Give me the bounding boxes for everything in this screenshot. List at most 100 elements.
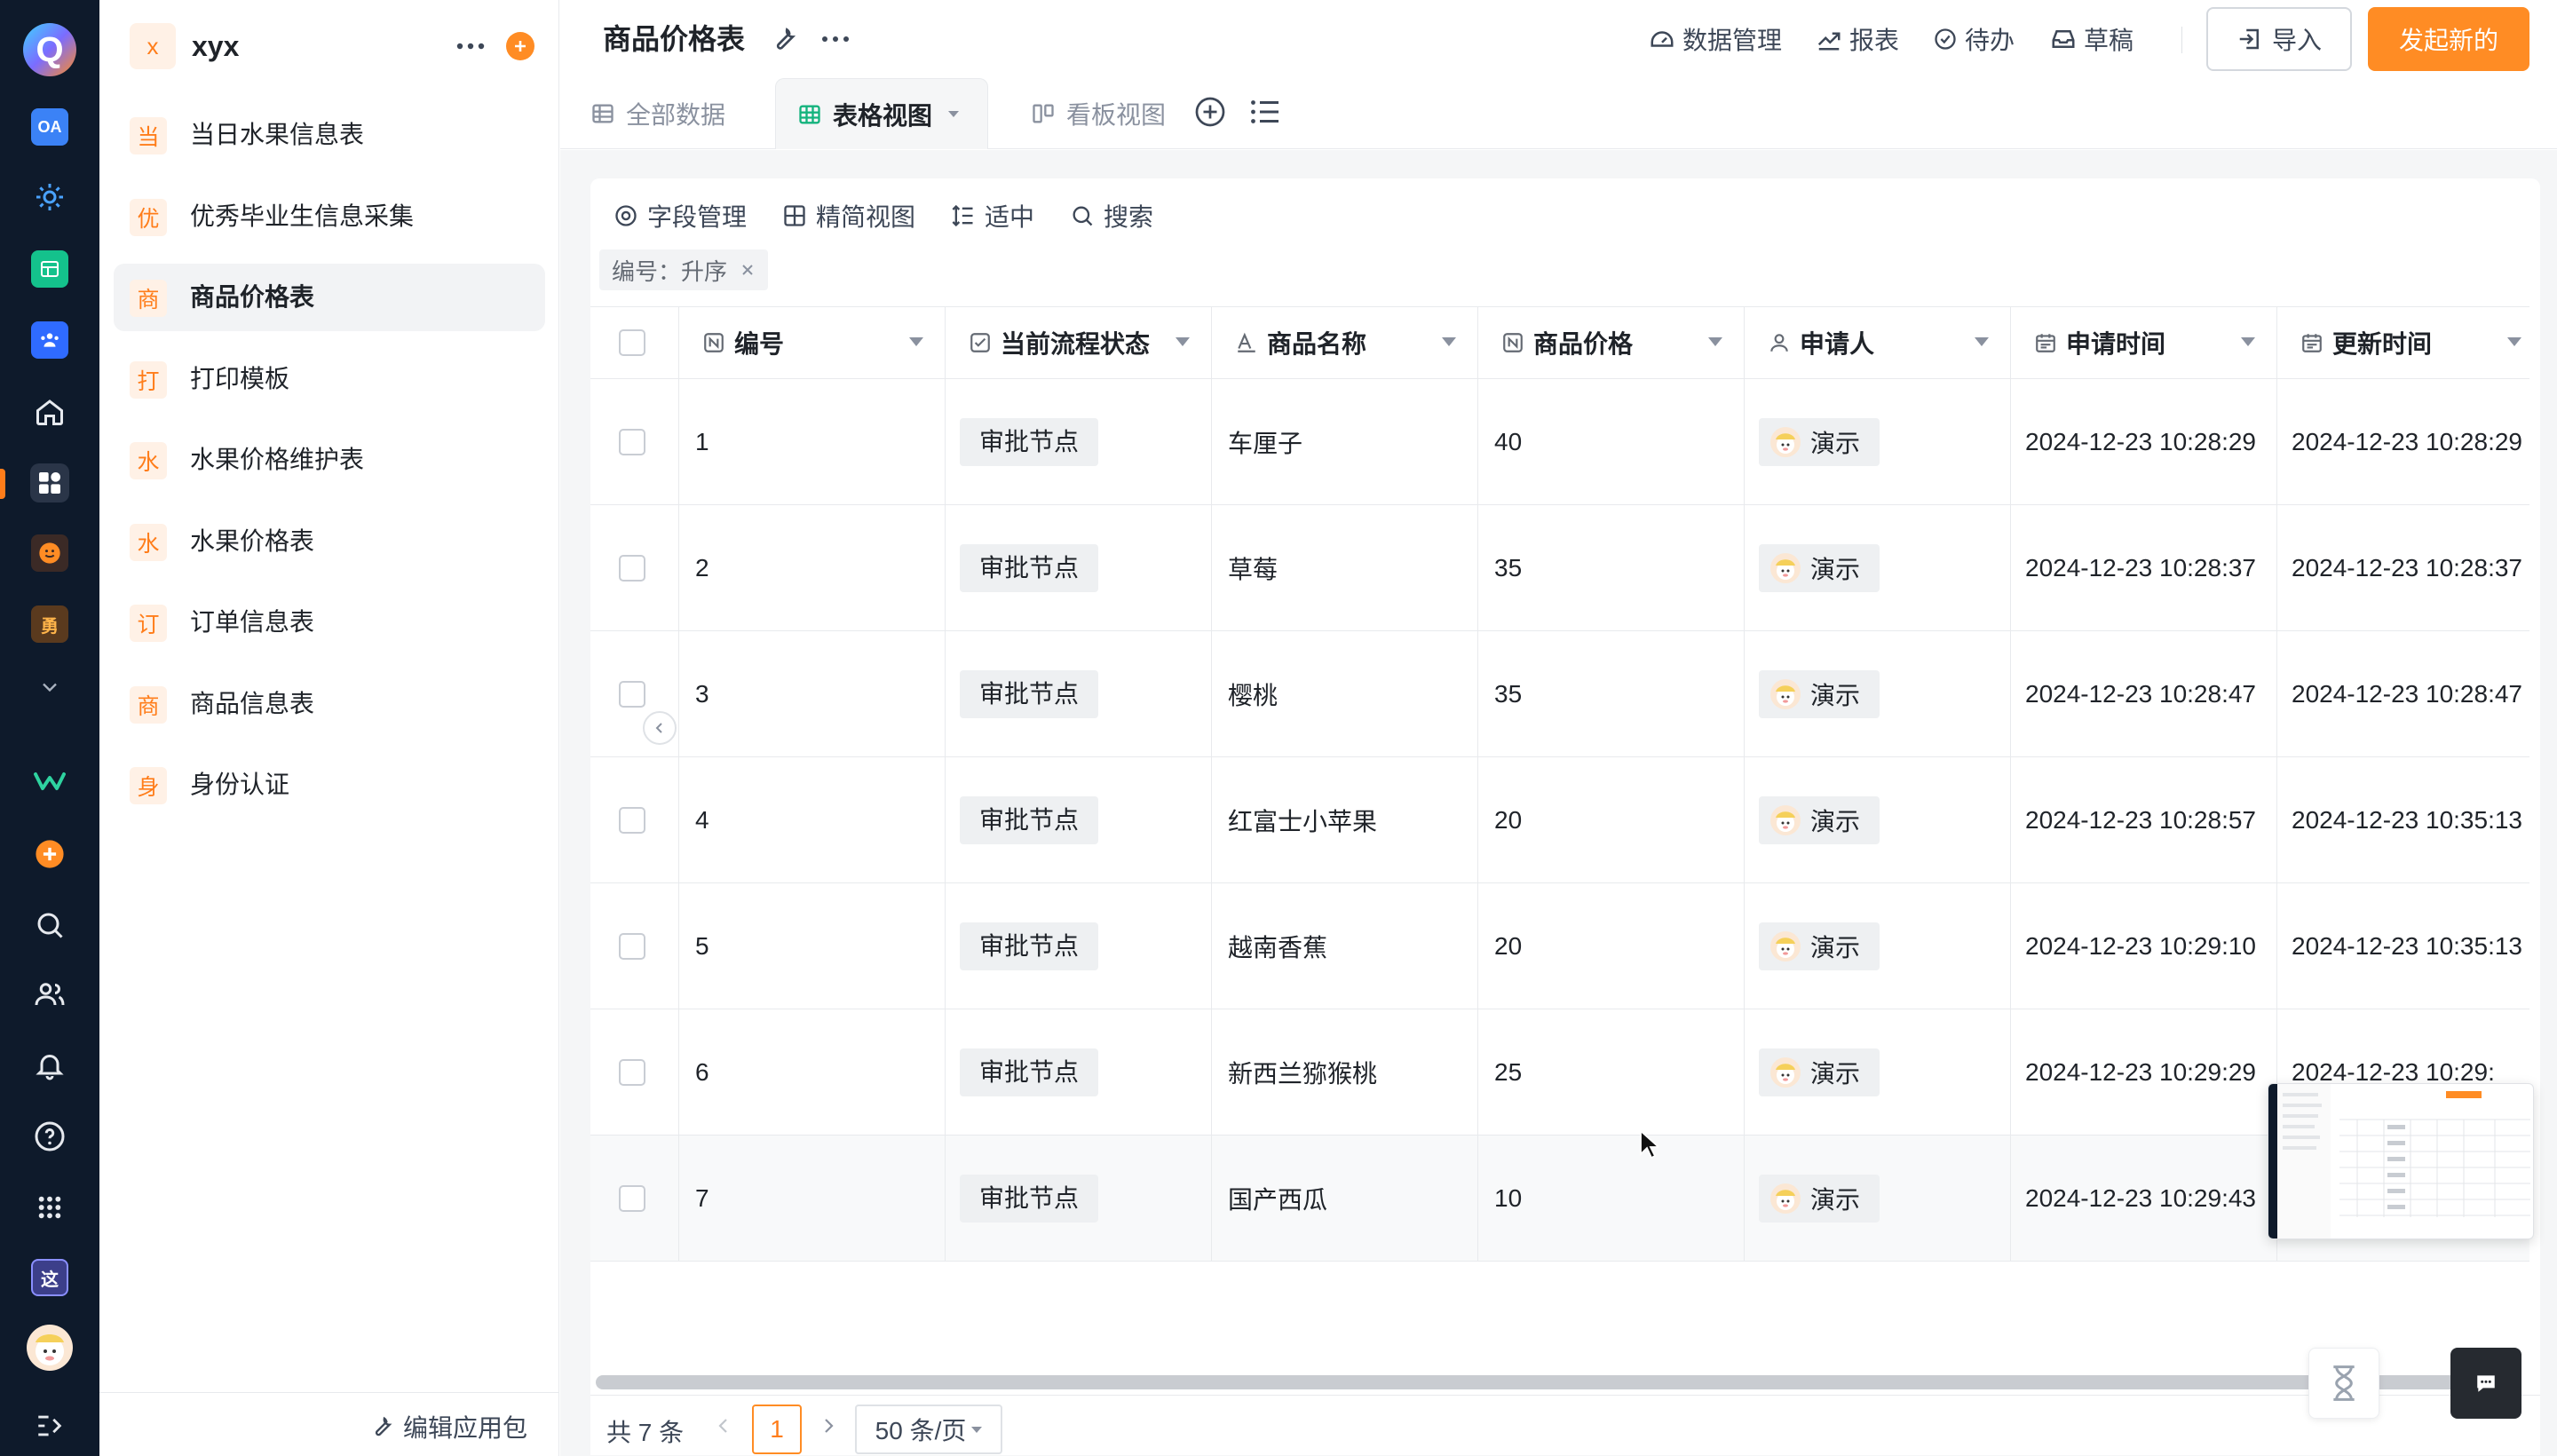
- row-height-button[interactable]: 适中: [951, 198, 1034, 233]
- brand-w-icon[interactable]: [30, 762, 69, 801]
- cell-id[interactable]: 6: [679, 1009, 946, 1136]
- cell-price[interactable]: 25: [1478, 1009, 1745, 1136]
- caret-down-icon[interactable]: [1975, 337, 1989, 346]
- chat-button[interactable]: [2450, 1348, 2521, 1419]
- cell-name[interactable]: 越南香蕉: [1212, 883, 1478, 1009]
- cell-name[interactable]: 红富士小苹果: [1212, 757, 1478, 883]
- cell-status[interactable]: 审批节点: [946, 757, 1212, 883]
- sidebar-item[interactable]: 打打印模板: [114, 345, 545, 413]
- column-header[interactable]: 申请人: [1745, 307, 2011, 378]
- table-row[interactable]: 6 审批节点 新西兰猕猴桃 25 演示 2024-12-23 10:29:29 2024-1…: [590, 1009, 2529, 1136]
- help-icon[interactable]: [30, 1117, 69, 1156]
- sidebar-item[interactable]: 优优秀毕业生信息采集: [114, 183, 545, 250]
- cell-name[interactable]: 车厘子: [1212, 379, 1478, 505]
- report-link[interactable]: 报表: [1816, 20, 1899, 59]
- cell-status[interactable]: 审批节点: [946, 505, 1212, 631]
- cell-name[interactable]: 国产西瓜: [1212, 1136, 1478, 1262]
- cell-applied[interactable]: 2024-12-23 10:28:29: [2011, 379, 2277, 505]
- sidebar-item[interactable]: 商商品价格表: [114, 264, 545, 331]
- cell-status[interactable]: 审批节点: [946, 1136, 1212, 1262]
- cell-applicant[interactable]: 演示: [1745, 379, 2011, 505]
- tab-kanban-view[interactable]: 看板视图: [1009, 78, 1187, 149]
- cell-id[interactable]: 4: [679, 757, 946, 883]
- draft-link[interactable]: 草稿: [2050, 20, 2133, 59]
- cell-id[interactable]: 1: [679, 379, 946, 505]
- cell-status[interactable]: 审批节点: [946, 379, 1212, 505]
- table-row[interactable]: 3 审批节点 樱桃 35 演示 2024-12-23 10:28:47 2024-12-23…: [590, 631, 2529, 757]
- column-header[interactable]: 更新时间: [2277, 307, 2540, 378]
- cell-applicant[interactable]: 演示: [1745, 505, 2011, 631]
- expand-icon[interactable]: [30, 1406, 69, 1445]
- table-row[interactable]: 1 审批节点 车厘子 40 演示 2024-12-23 10:28:29 2024-12-2…: [590, 379, 2529, 505]
- sidebar-item[interactable]: 商商品信息表: [114, 670, 545, 738]
- add-view-icon[interactable]: [1194, 96, 1226, 128]
- cell-price[interactable]: 35: [1478, 631, 1745, 757]
- dots-grid-icon[interactable]: [30, 1188, 69, 1227]
- caret-down-icon[interactable]: [1176, 337, 1190, 346]
- column-header[interactable]: 商品价格: [1478, 307, 1745, 378]
- cell-id[interactable]: 7: [679, 1136, 946, 1262]
- column-header[interactable]: 当前流程状态: [946, 307, 1212, 378]
- current-page[interactable]: 1: [752, 1405, 802, 1454]
- cell-updated[interactable]: 2024-12-23 10:28:37: [2277, 505, 2540, 631]
- view-list-icon[interactable]: [1249, 98, 1281, 126]
- screenshot-thumbnail[interactable]: [2268, 1083, 2534, 1239]
- app-logo[interactable]: Q: [20, 20, 80, 80]
- start-new-button[interactable]: 发起新的: [2368, 7, 2529, 71]
- row-checkbox[interactable]: [619, 681, 645, 708]
- add-icon[interactable]: [30, 835, 69, 874]
- row-checkbox[interactable]: [619, 807, 645, 834]
- column-header[interactable]: 申请时间: [2011, 307, 2277, 378]
- row-checkbox[interactable]: [619, 555, 645, 582]
- next-page-icon[interactable]: [819, 1415, 837, 1436]
- close-icon[interactable]: [740, 262, 756, 278]
- cell-applied[interactable]: 2024-12-23 10:28:57: [2011, 757, 2277, 883]
- contacts-icon[interactable]: [30, 975, 69, 1014]
- column-header[interactable]: 商品名称: [1212, 307, 1478, 378]
- tab-all-data[interactable]: 全部数据: [569, 78, 747, 149]
- hourglass-icon[interactable]: [2308, 1348, 2379, 1419]
- cell-applicant[interactable]: 演示: [1745, 1136, 2011, 1262]
- sidebar-item[interactable]: 当当日水果信息表: [114, 101, 545, 169]
- sort-chip[interactable]: 编号：升序: [599, 249, 769, 290]
- table-row[interactable]: 7 审批节点 国产西瓜 10 演示 2024-12-23 10:29:43: [590, 1136, 2529, 1262]
- page-size-select[interactable]: 50 条/页: [855, 1405, 1002, 1454]
- cell-name[interactable]: 草莓: [1212, 505, 1478, 631]
- column-header[interactable]: 编号: [679, 307, 946, 378]
- sidebar-item[interactable]: 订订单信息表: [114, 589, 545, 656]
- sidebar-item[interactable]: 水水果价格表: [114, 508, 545, 575]
- cell-applicant[interactable]: 演示: [1745, 1009, 2011, 1136]
- caret-down-icon[interactable]: [1708, 337, 1722, 346]
- import-button[interactable]: 导入: [2206, 7, 2352, 71]
- prev-page-icon[interactable]: [715, 1415, 732, 1436]
- caret-down-icon[interactable]: [2507, 337, 2521, 346]
- add-app-button[interactable]: [506, 32, 534, 60]
- collapse-sidebar-button[interactable]: [643, 711, 677, 745]
- caret-down-icon[interactable]: [1442, 337, 1456, 346]
- avatar[interactable]: [27, 1325, 73, 1371]
- cell-status[interactable]: 审批节点: [946, 631, 1212, 757]
- compact-view-button[interactable]: 精简视图: [782, 198, 915, 233]
- search-icon[interactable]: [30, 906, 69, 945]
- field-manage-button[interactable]: 字段管理: [614, 198, 747, 233]
- cell-applied[interactable]: 2024-12-23 10:28:47: [2011, 631, 2277, 757]
- oa-icon[interactable]: OA: [31, 108, 68, 146]
- row-checkbox[interactable]: [619, 1059, 645, 1086]
- row-checkbox[interactable]: [619, 933, 645, 960]
- settings-gear-icon[interactable]: [30, 178, 69, 217]
- yong-app-icon[interactable]: 勇: [31, 605, 68, 643]
- bell-icon[interactable]: [30, 1046, 69, 1085]
- cell-updated[interactable]: 2024-12-23 10:28:29: [2277, 379, 2540, 505]
- horizontal-scrollbar[interactable]: [596, 1375, 2496, 1389]
- table-row[interactable]: 5 审批节点 越南香蕉 20 演示 2024-12-23 10:29:10 2024-12-…: [590, 883, 2529, 1009]
- cell-id[interactable]: 2: [679, 505, 946, 631]
- cell-updated[interactable]: 2024-12-23 10:28:47: [2277, 631, 2540, 757]
- more-icon[interactable]: [818, 23, 853, 55]
- row-checkbox[interactable]: [619, 1185, 645, 1212]
- sheet-app-icon[interactable]: [31, 250, 68, 288]
- home-icon[interactable]: [30, 392, 69, 431]
- sidebar-item[interactable]: 水水果价格维护表: [114, 426, 545, 494]
- cell-name[interactable]: 新西兰猕猴桃: [1212, 1009, 1478, 1136]
- cell-applicant[interactable]: 演示: [1745, 631, 2011, 757]
- cell-id[interactable]: 5: [679, 883, 946, 1009]
